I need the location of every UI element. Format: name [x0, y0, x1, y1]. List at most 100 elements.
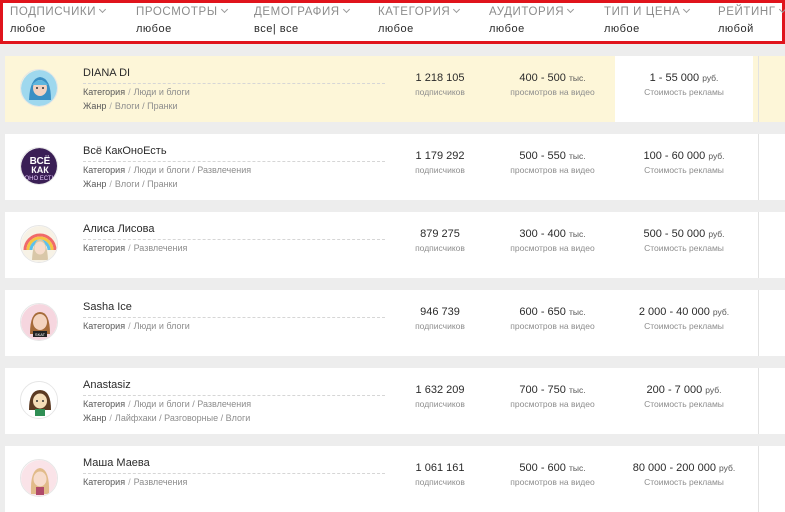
filter-value: все| все [254, 23, 299, 35]
subscribers-label: подписчиков [415, 87, 465, 97]
svg-text:КАК: КАК [31, 165, 49, 175]
blonde-girl-avatar[interactable] [20, 459, 58, 497]
filter-value: любое [136, 23, 172, 35]
filter-title: КАТЕГОРИЯ [378, 5, 461, 18]
chevron-down-icon [220, 5, 228, 14]
views-range: 400 - 500 тыс. [519, 72, 586, 84]
filter-value: любое [10, 23, 46, 35]
views-range: 500 - 550 тыс. [519, 150, 586, 162]
category-value: Люди и блоги / Развлечения [133, 165, 252, 175]
views-stat: 700 - 750 тыс. просмотров на видео [495, 384, 610, 409]
subscribers-count: 946 739 [420, 306, 460, 318]
divider [83, 83, 385, 84]
blue-hair-girl-avatar[interactable] [20, 69, 58, 107]
divider [83, 317, 385, 318]
category-value: Развлечения [133, 243, 188, 253]
separator: / [128, 399, 131, 409]
subscribers-count: 879 275 [420, 228, 460, 240]
price-stat: 1 - 55 000 руб. Стоимость рекламы [615, 72, 753, 97]
card-divider [758, 446, 759, 512]
category-value: Люди и блоги [133, 321, 190, 331]
channel-genre: Жанр / Влоги / Пранки [83, 179, 178, 189]
genre-value: Лайфхаки / Разговорные / Влоги [114, 413, 251, 423]
genre-value: Влоги / Пранки [114, 179, 178, 189]
category-label: Категория [83, 399, 126, 409]
views-label: просмотров на видео [510, 399, 595, 409]
text-logo-avatar[interactable]: ВСЁ КАК ОНО ЕСТЬ [20, 147, 58, 185]
price-label: Стоимость рекламы [644, 87, 724, 97]
views-label: просмотров на видео [510, 321, 595, 331]
category-label: Категория [83, 477, 126, 487]
subscribers-count: 1 179 292 [415, 150, 465, 162]
filter-6[interactable]: РЕЙТИНГ любой [718, 5, 785, 35]
price-stat: 200 - 7 000 руб. Стоимость рекламы [615, 384, 753, 409]
price-range: 200 - 7 000 руб. [646, 384, 722, 396]
filter-3[interactable]: КАТЕГОРИЯ любое [378, 5, 461, 35]
channel-category: Категория / Развлечения [83, 477, 187, 487]
channel-name[interactable]: Всё КакОноЕсть [83, 145, 167, 157]
price-label: Стоимость рекламы [644, 399, 724, 409]
separator: / [128, 477, 131, 487]
channel-card[interactable]: Алиса Лисова Категория / Развлечения 879 275… [5, 212, 785, 278]
subscribers-stat: 1 632 209 подписчиков [400, 384, 480, 409]
channel-genre: Жанр / Влоги / Пранки [83, 101, 178, 111]
separator: / [128, 321, 131, 331]
cartoon-girl-avatar[interactable]: SKAT [20, 303, 58, 341]
genre-label: Жанр [83, 413, 107, 423]
filter-title: ТИП И ЦЕНА [604, 5, 691, 18]
separator: / [109, 179, 112, 189]
subscribers-stat: 879 275 подписчиков [400, 228, 480, 253]
price-range: 100 - 60 000 руб. [643, 150, 725, 162]
views-stat: 500 - 600 тыс. просмотров на видео [495, 462, 610, 487]
views-stat: 600 - 650 тыс. просмотров на видео [495, 306, 610, 331]
filter-1[interactable]: ПРОСМОТРЫ любое [136, 5, 228, 35]
category-value: Люди и блоги [133, 87, 190, 97]
price-label: Стоимость рекламы [644, 321, 724, 331]
views-label: просмотров на видео [510, 87, 595, 97]
channel-card[interactable]: SKAT Sasha Ice Категория / Люди и блоги 946 7… [5, 290, 785, 356]
filter-2[interactable]: ДЕМОГРАФИЯ все| все [254, 5, 350, 35]
channel-name[interactable]: DIANA DI [83, 67, 130, 79]
channel-card[interactable]: ВСЁ КАК ОНО ЕСТЬ Всё КакОноЕсть Категория / Лю… [5, 134, 785, 200]
divider [83, 473, 385, 474]
channel-card[interactable]: Anastasiz Категория / Люди и блоги / Развле… [5, 368, 785, 434]
chevron-down-icon [778, 5, 785, 14]
channel-name[interactable]: Маша Маева [83, 457, 150, 469]
category-label: Категория [83, 87, 126, 97]
filter-0[interactable]: ПОДПИСЧИКИ любое [10, 5, 107, 35]
filter-value: любое [604, 23, 640, 35]
chevron-down-icon [99, 5, 107, 14]
subscribers-stat: 946 739 подписчиков [400, 306, 480, 331]
filter-5[interactable]: ТИП И ЦЕНА любое [604, 5, 691, 35]
card-divider [758, 134, 759, 200]
separator: / [109, 413, 112, 423]
views-label: просмотров на видео [510, 165, 595, 175]
channel-name[interactable]: Алиса Лисова [83, 223, 155, 235]
views-stat: 500 - 550 тыс. просмотров на видео [495, 150, 610, 175]
filter-title: АУДИТОРИЯ [489, 5, 575, 18]
channel-card[interactable]: Маша Маева Категория / Развлечения 1 061 161… [5, 446, 785, 512]
chevron-down-icon [453, 5, 461, 14]
channel-card[interactable]: DIANA DI Категория / Люди и блоги Жанр / Влоги… [5, 56, 785, 122]
price-range: 80 000 - 200 000 руб. [632, 462, 736, 474]
subscribers-stat: 1 179 292 подписчиков [400, 150, 480, 175]
views-stat: 300 - 400 тыс. просмотров на видео [495, 228, 610, 253]
channel-name[interactable]: Anastasiz [83, 379, 131, 391]
separator: / [128, 243, 131, 253]
price-range: 500 - 50 000 руб. [643, 228, 725, 240]
channel-category: Категория / Люди и блоги [83, 87, 190, 97]
divider [83, 239, 385, 240]
chevron-down-icon [683, 5, 691, 14]
brown-hair-girl-avatar[interactable] [20, 381, 58, 419]
svg-text:ОНО ЕСТЬ: ОНО ЕСТЬ [24, 176, 55, 182]
category-value: Люди и блоги / Развлечения [133, 399, 252, 409]
channel-name[interactable]: Sasha Ice [83, 301, 132, 313]
filter-4[interactable]: АУДИТОРИЯ любое [489, 5, 575, 35]
filter-value: любой [718, 23, 754, 35]
price-range: 2 000 - 40 000 руб. [638, 306, 730, 318]
separator: / [109, 101, 112, 111]
rainbow-girl-avatar[interactable] [20, 225, 58, 263]
genre-value: Влоги / Пранки [114, 101, 178, 111]
separator: / [128, 165, 131, 175]
genre-label: Жанр [83, 101, 107, 111]
